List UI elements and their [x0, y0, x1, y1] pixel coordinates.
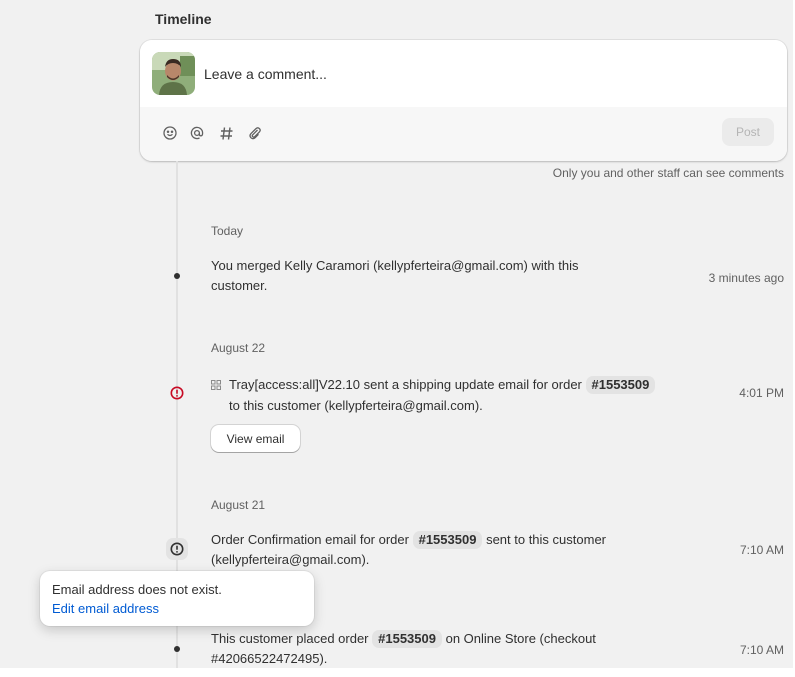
tooltip-message: Email address does not exist. — [52, 582, 222, 597]
attachment-icon[interactable] — [245, 123, 265, 143]
emoji-icon[interactable] — [160, 123, 180, 143]
comment-input-row — [140, 40, 787, 107]
order-tag[interactable]: #1553509 — [372, 630, 442, 648]
mention-icon[interactable] — [187, 123, 207, 143]
comment-toolbar: Post — [140, 107, 787, 161]
event-text: Tray[access:all]V22.10 sent a shipping u… — [211, 375, 731, 416]
avatar — [152, 52, 195, 95]
staff-visibility-note: Only you and other staff can see comment… — [552, 166, 784, 180]
order-tag[interactable]: #1553509 — [585, 376, 656, 394]
hashtag-icon[interactable] — [216, 123, 236, 143]
post-button[interactable]: Post — [722, 118, 774, 146]
event-text: You merged Kelly Caramori (kellypferteir… — [211, 258, 579, 293]
order-tag[interactable]: #1553509 — [412, 531, 483, 549]
event-text: Order Confirmation email for order #1553… — [211, 531, 607, 567]
timeline-title: Timeline — [155, 11, 212, 27]
event-time: 7:10 AM — [739, 543, 784, 557]
event-time: 7:10 AM — [739, 643, 784, 657]
event-dot — [172, 271, 182, 281]
event-time: 3 minutes ago — [708, 271, 784, 285]
alert-circle-icon[interactable] — [166, 382, 188, 404]
app-icon — [211, 376, 221, 396]
date-header: August 22 — [211, 341, 266, 355]
date-header: August 21 — [211, 498, 266, 512]
email-error-tooltip: Email address does not exist. Edit email… — [40, 571, 314, 626]
event-time: 4:01 PM — [739, 386, 784, 400]
view-email-button[interactable]: View email — [211, 425, 300, 452]
date-header: Today — [211, 224, 244, 238]
event-dot — [172, 644, 182, 654]
alert-circle-icon[interactable] — [166, 538, 188, 560]
edit-email-link[interactable]: Edit email address — [52, 599, 302, 618]
comment-input[interactable] — [204, 62, 764, 86]
timeline-panel: Timeline Leave a comment... Post Only yo… — [0, 0, 793, 668]
event-text: This customer placed order #1553509 on O… — [211, 630, 596, 666]
comment-composer: Post — [140, 40, 787, 161]
